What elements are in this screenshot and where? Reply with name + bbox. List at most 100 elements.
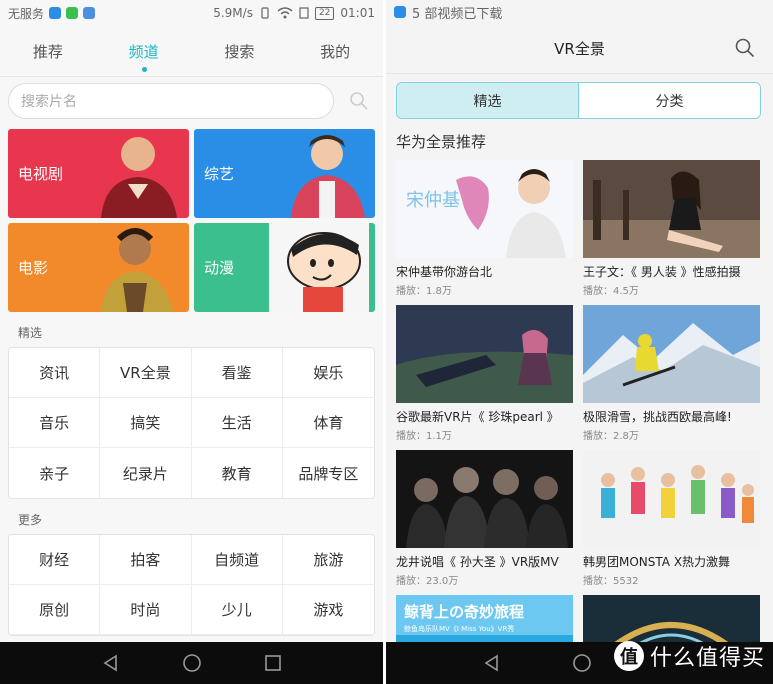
android-nav-bar xyxy=(0,642,383,684)
video-card[interactable]: 极限滑雪，挑战西欧最高峰! 播放：2.8万 xyxy=(583,305,760,442)
tile-movie[interactable]: 电影 xyxy=(8,223,189,312)
anime-poster-image xyxy=(269,223,369,312)
segmented-control: 精选 分类 xyxy=(396,82,761,119)
channel-item[interactable]: 时尚 xyxy=(100,585,192,635)
download-notification[interactable]: 5 部视频已下载 xyxy=(386,0,773,24)
tab-search[interactable]: 搜索 xyxy=(216,35,262,68)
channel-item[interactable]: 看鉴 xyxy=(191,348,283,398)
thumbnail-title: 宋仲基 xyxy=(406,190,460,211)
tile-label: 动漫 xyxy=(204,259,235,277)
search-input[interactable]: 搜索片名 xyxy=(8,83,334,119)
channel-item[interactable]: 资讯 xyxy=(9,348,101,398)
play-icon xyxy=(394,6,406,18)
search-icon xyxy=(350,92,368,110)
play-count: 播放：23.0万 xyxy=(396,576,459,587)
tile-label: 综艺 xyxy=(204,165,235,183)
featured-section-label: 精选 xyxy=(18,326,43,340)
back-icon[interactable] xyxy=(101,653,121,673)
video-thumbnail: 宋仲基 xyxy=(396,160,573,258)
status-bar: 无服务 5.9M/s 22 01:01 xyxy=(0,0,383,26)
watermark-badge: 值 xyxy=(613,641,644,671)
channel-item[interactable]: 纪录片 xyxy=(100,448,192,498)
more-section-label: 更多 xyxy=(18,513,43,527)
channel-item[interactable]: 财经 xyxy=(9,535,101,585)
channel-item[interactable]: 自频道 xyxy=(191,535,283,585)
channel-item[interactable]: 品牌专区 xyxy=(283,448,374,498)
notification-text: 5 部视频已下载 xyxy=(412,6,503,22)
tv-series-poster-image xyxy=(101,137,177,218)
video-thumbnail xyxy=(583,305,760,403)
app-notification-icon xyxy=(83,7,96,19)
tab-mine[interactable]: 我的 xyxy=(312,35,358,68)
video-card[interactable]: 韩男团MONSTA X热力激舞 播放：5532 xyxy=(583,450,760,587)
play-count: 播放：1.8万 xyxy=(396,286,452,297)
thumbnail-subtitle: 鲸鱼岛乐队MV《I Miss You》VR秀 xyxy=(404,624,514,633)
app-notification-icon xyxy=(49,7,62,19)
channel-item[interactable]: 拍客 xyxy=(100,535,192,585)
video-card[interactable]: 王子文：《 男人装 》性感拍摄 播放：4.5万 xyxy=(583,160,760,297)
video-grid: 宋仲基 宋仲基带你游台北 播放：1.8万 王子文：《 男人装 》性感拍摄 播放：… xyxy=(386,160,773,684)
video-title: 谷歌最新VR片《 珍珠pearl 》 xyxy=(396,410,559,424)
carrier-text: 无服务 xyxy=(8,6,45,21)
page-header: VR全景 xyxy=(386,24,773,74)
segment-featured[interactable]: 精选 xyxy=(397,83,578,118)
play-count: 播放：4.5万 xyxy=(583,286,639,297)
thumbnail-title: 鲸背上の奇妙旅程 xyxy=(404,603,524,621)
channel-item[interactable]: 游戏 xyxy=(282,585,374,635)
channel-item[interactable]: VR全景 xyxy=(100,348,192,398)
channel-item[interactable]: 旅游 xyxy=(282,535,374,585)
tab-channels[interactable]: 频道 xyxy=(121,35,167,72)
video-thumbnail xyxy=(583,160,760,258)
video-title: 王子文：《 男人装 》性感拍摄 xyxy=(583,265,741,279)
tile-tv-series[interactable]: 电视剧 xyxy=(8,129,189,218)
section-title: 华为全景推荐 xyxy=(396,133,487,151)
search-row: 搜索片名 xyxy=(0,76,383,127)
vibrate-icon xyxy=(261,7,269,19)
video-thumbnail xyxy=(583,450,760,548)
channel-item[interactable]: 教育 xyxy=(192,448,283,498)
home-icon[interactable] xyxy=(182,653,202,673)
video-title: 龙井说唱《 孙大圣 》VR版MV xyxy=(396,555,559,569)
channel-item[interactable]: 体育 xyxy=(282,398,374,448)
vr-panorama-screen: 5 部视频已下载 VR全景 精选 分类 华为全景推荐 宋仲基 宋仲基带你游台北 … xyxy=(386,0,773,684)
channel-screen: 无服务 5.9M/s 22 01:01 推荐 频道 搜索 我的 搜索片名 电视剧 xyxy=(0,0,383,684)
tile-anime[interactable]: 动漫 xyxy=(194,223,375,312)
video-title: 极限滑雪，挑战西欧最高峰! xyxy=(583,410,732,424)
search-icon[interactable] xyxy=(735,38,755,58)
channel-item[interactable]: 原创 xyxy=(9,585,101,635)
tile-label: 电视剧 xyxy=(18,165,64,183)
segment-categories[interactable]: 分类 xyxy=(578,83,760,118)
wifi-icon xyxy=(277,7,293,19)
recents-icon[interactable] xyxy=(263,653,283,673)
play-count: 播放：1.1万 xyxy=(396,431,452,442)
channel-item[interactable]: 少儿 xyxy=(191,585,283,635)
tile-label: 电影 xyxy=(18,259,49,277)
top-tab-bar: 推荐 频道 搜索 我的 xyxy=(0,26,383,76)
app-notification-icon xyxy=(66,7,79,19)
channel-item[interactable]: 搞笑 xyxy=(100,398,192,448)
video-thumbnail xyxy=(396,450,573,548)
watermark-text: 什么值得买 xyxy=(649,646,765,671)
play-count: 播放：5532 xyxy=(583,576,639,587)
video-card[interactable]: 谷歌最新VR片《 珍珠pearl 》 播放：1.1万 xyxy=(396,305,573,442)
search-button[interactable] xyxy=(348,90,370,112)
site-watermark: 值 什么值得买 xyxy=(613,640,765,672)
channel-item[interactable]: 亲子 xyxy=(9,448,101,498)
battery-indicator: 22 xyxy=(314,6,335,20)
video-title: 韩男团MONSTA X热力激舞 xyxy=(583,555,731,569)
channel-item[interactable]: 生活 xyxy=(191,398,283,448)
back-icon[interactable] xyxy=(482,653,502,673)
video-card[interactable]: 龙井说唱《 孙大圣 》VR版MV 播放：23.0万 xyxy=(396,450,573,587)
tab-recommend[interactable]: 推荐 xyxy=(25,35,71,68)
home-icon[interactable] xyxy=(572,653,592,673)
clock: 01:01 xyxy=(340,6,375,20)
video-card[interactable]: 宋仲基 宋仲基带你游台北 播放：1.8万 xyxy=(396,160,573,297)
tile-variety[interactable]: 综艺 xyxy=(194,129,375,218)
channel-item[interactable]: 音乐 xyxy=(9,398,101,448)
page-title: VR全景 xyxy=(554,40,605,58)
channel-item[interactable]: 娱乐 xyxy=(282,348,374,398)
movie-poster-image xyxy=(101,228,173,312)
variety-poster-image xyxy=(291,135,365,218)
play-count: 播放：2.8万 xyxy=(583,431,639,442)
video-thumbnail xyxy=(396,305,573,403)
